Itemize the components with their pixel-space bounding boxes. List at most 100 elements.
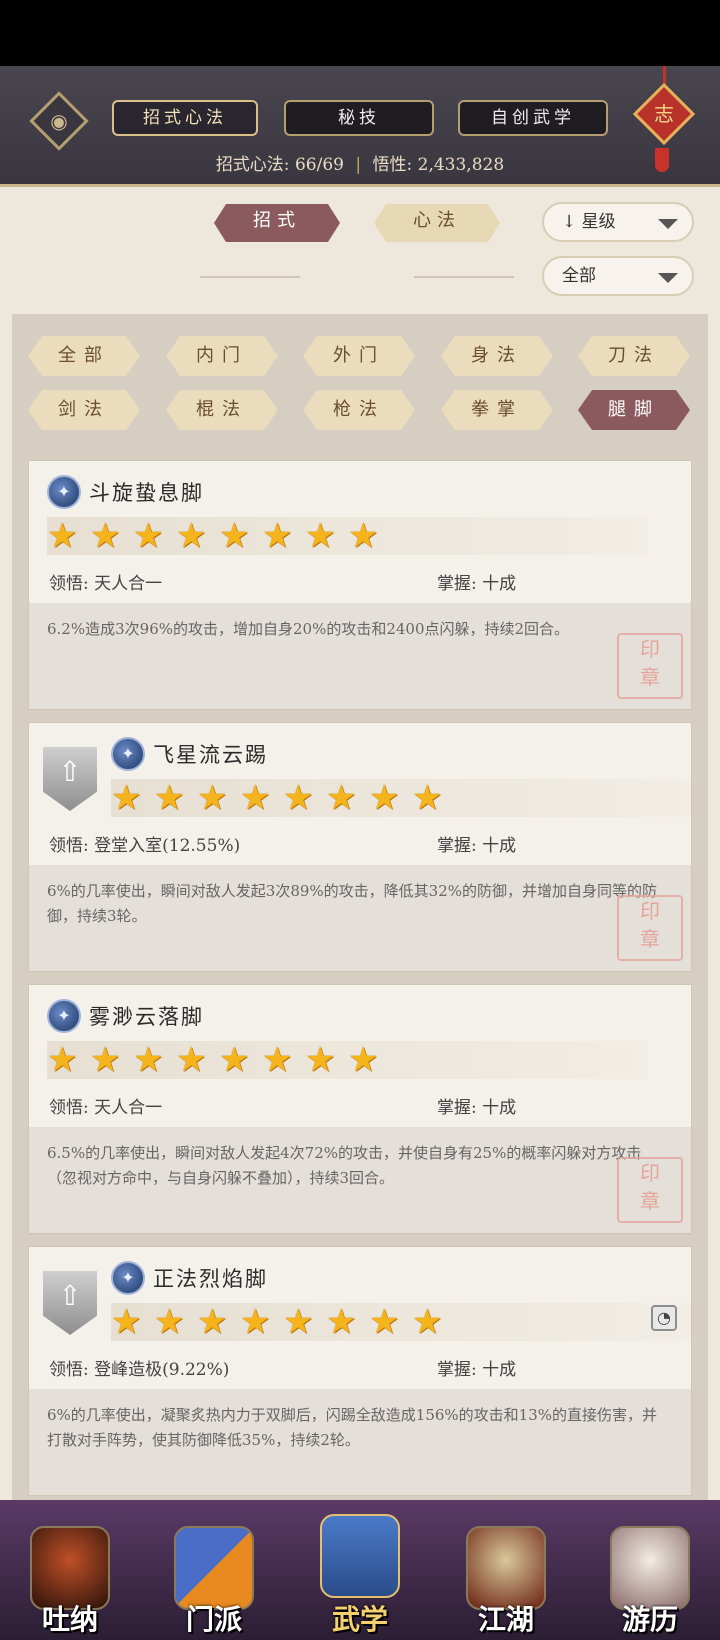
star-icon: ★	[412, 1302, 443, 1342]
star-icon: ★	[111, 778, 142, 818]
star-rating: ★ ★ ★ ★ ★ ★ ★ ★	[47, 1041, 647, 1079]
mastery-label: 掌握:	[437, 1098, 477, 1118]
comprehension: 领悟: 天人合一	[49, 1093, 162, 1118]
comprehension: 领悟: 登峰造极(9.22%)	[49, 1355, 229, 1380]
skill-name: 飞星流云踢	[153, 743, 268, 767]
tab-inner-arts[interactable]: 心法	[374, 204, 500, 242]
nav-label: 武学	[331, 1603, 388, 1636]
filter-value: 全部	[562, 266, 596, 286]
filter-leg[interactable]: 腿脚	[578, 390, 690, 430]
comprehension-value: 天人合一	[94, 574, 163, 594]
nav-jianghu[interactable]: 江湖	[456, 1518, 556, 1636]
nav-label: 吐纳	[41, 1603, 98, 1636]
up-arrow-icon: ⇧	[58, 1279, 82, 1312]
mastery: 掌握: 十成	[437, 1093, 516, 1118]
nav-label: 游历	[621, 1603, 678, 1636]
mastery-value: 十成	[482, 836, 517, 856]
skill-icon: ✦	[47, 475, 81, 509]
chevron-down-icon	[658, 273, 678, 283]
nav-martial[interactable]: 武学	[310, 1506, 410, 1636]
comprehension-label: 领悟:	[49, 574, 89, 594]
upgrade-shield-icon[interactable]: ⇧	[43, 1271, 97, 1335]
star-icon: ★	[305, 1040, 336, 1080]
star-rating: ★ ★ ★ ★ ★ ★ ★ ★	[111, 779, 691, 817]
skill-icon: ✦	[111, 737, 145, 771]
upgrade-shield-icon[interactable]: ⇧	[43, 747, 97, 811]
nav-sect[interactable]: 门派	[164, 1518, 264, 1636]
mastery-label: 掌握:	[437, 1360, 477, 1380]
star-icon: ★	[219, 1040, 250, 1080]
status-bar	[0, 0, 720, 66]
star-icon: ★	[262, 516, 293, 556]
star-icon: ★	[326, 1302, 357, 1342]
filter-outer[interactable]: 外门	[303, 336, 415, 376]
star-icon: ★	[154, 778, 185, 818]
star-icon: ★	[326, 778, 357, 818]
skill-description: 6%的几率使出，凝聚炙热内力于双脚后，闪踢全敌造成156%的攻击和13%的直接伤…	[47, 1406, 658, 1449]
mastery-value: 十成	[482, 574, 517, 594]
star-icon: ★	[240, 778, 271, 818]
comprehension-value: 登堂入室(12.55%)	[94, 836, 241, 856]
skill-card[interactable]: ⇧ ✦ 飞星流云踢 ★ ★ ★ ★ ★ ★ ★ ★ 领悟: 登堂入室(12.55…	[28, 722, 692, 972]
chevron-down-icon	[658, 219, 678, 229]
filter-blade[interactable]: 刀法	[578, 336, 690, 376]
stats-value: 66/69	[294, 155, 344, 175]
clock-icon[interactable]: ◔	[651, 1305, 677, 1331]
nav-label: 江湖	[477, 1603, 534, 1636]
skill-card[interactable]: ✦ 雾渺云落脚 ★ ★ ★ ★ ★ ★ ★ ★ 领悟: 天人合一 掌握: 十成 …	[28, 984, 692, 1234]
star-icon: ★	[111, 1302, 142, 1342]
divider	[414, 276, 514, 278]
star-icon: ★	[47, 516, 78, 556]
star-icon: ★	[262, 1040, 293, 1080]
ambition-badge-label: 志	[654, 102, 674, 126]
mastery: 掌握: 十成	[437, 1355, 516, 1380]
star-rating: ★ ★ ★ ★ ★ ★ ★ ★	[111, 1303, 691, 1341]
skill-name: 斗旋蛰息脚	[89, 481, 204, 505]
divider	[200, 276, 300, 278]
comprehension-value: 天人合一	[94, 1098, 163, 1118]
mastery: 掌握: 十成	[437, 831, 516, 856]
skill-description: 6.5%的几率使出，瞬间对敌人发起4次72%的攻击，并使自身有25%的概率闪躲对…	[47, 1144, 642, 1187]
stats-line: 招式心法: 66/69 | 悟性: 2,433,828	[0, 150, 720, 175]
skill-name: 雾渺云落脚	[89, 1005, 204, 1029]
mastery: 掌握: 十成	[437, 569, 516, 594]
filter-spear[interactable]: 枪法	[303, 390, 415, 430]
star-icon: ★	[176, 1040, 207, 1080]
seal-stamp: 印章	[617, 633, 683, 699]
comprehension-label: 领悟:	[49, 836, 89, 856]
skill-card[interactable]: ✦ 斗旋蛰息脚 ★ ★ ★ ★ ★ ★ ★ ★ 领悟: 天人合一 掌握: 十成 …	[28, 460, 692, 710]
star-icon: ★	[219, 516, 250, 556]
star-icon: ★	[369, 778, 400, 818]
sort-dropdown[interactable]: ↓ 星级	[542, 202, 694, 242]
comprehension-value: 登峰造极(9.22%)	[94, 1360, 230, 1380]
filter-footwork[interactable]: 身法	[441, 336, 553, 376]
bottom-nav: 吐纳 门派 武学 江湖 游历	[0, 1500, 720, 1640]
star-icon: ★	[305, 516, 336, 556]
tab-moves[interactable]: 招式	[214, 204, 340, 242]
up-arrow-icon: ⇧	[58, 755, 82, 788]
tab-custom-martial[interactable]: 自创武学	[458, 100, 608, 136]
filter-all[interactable]: 全部	[28, 336, 140, 376]
skill-icon: ✦	[47, 999, 81, 1033]
star-icon: ★	[283, 778, 314, 818]
star-icon: ★	[369, 1302, 400, 1342]
star-icon: ★	[348, 516, 379, 556]
tab-moves-arts[interactable]: 招式心法	[112, 100, 258, 136]
skill-card[interactable]: ⇧ ✦ 正法烈焰脚 ★ ★ ★ ★ ★ ★ ★ ★ ◔ 领悟: 登峰造极(9.2…	[28, 1246, 692, 1496]
nav-travel[interactable]: 游历	[600, 1518, 700, 1636]
filter-fist[interactable]: 拳掌	[441, 390, 553, 430]
comprehension: 领悟: 登堂入室(12.55%)	[49, 831, 240, 856]
skill-icon: ✦	[111, 1261, 145, 1295]
filter-staff[interactable]: 棍法	[166, 390, 278, 430]
tab-secret-skills[interactable]: 秘技	[284, 100, 434, 136]
filter-dropdown[interactable]: 全部	[542, 256, 694, 296]
seal-stamp: 印章	[617, 1157, 683, 1223]
nav-breathing[interactable]: 吐纳	[20, 1518, 120, 1636]
seal-stamp: 印章	[617, 895, 683, 961]
book-icon	[320, 1514, 400, 1598]
star-icon: ★	[154, 1302, 185, 1342]
star-icon: ★	[133, 1040, 164, 1080]
skill-description: 6.2%造成3次96%的攻击，增加自身20%的攻击和2400点闪躲，持续2回合。	[47, 620, 570, 638]
filter-sword[interactable]: 剑法	[28, 390, 140, 430]
filter-inner[interactable]: 内门	[166, 336, 278, 376]
